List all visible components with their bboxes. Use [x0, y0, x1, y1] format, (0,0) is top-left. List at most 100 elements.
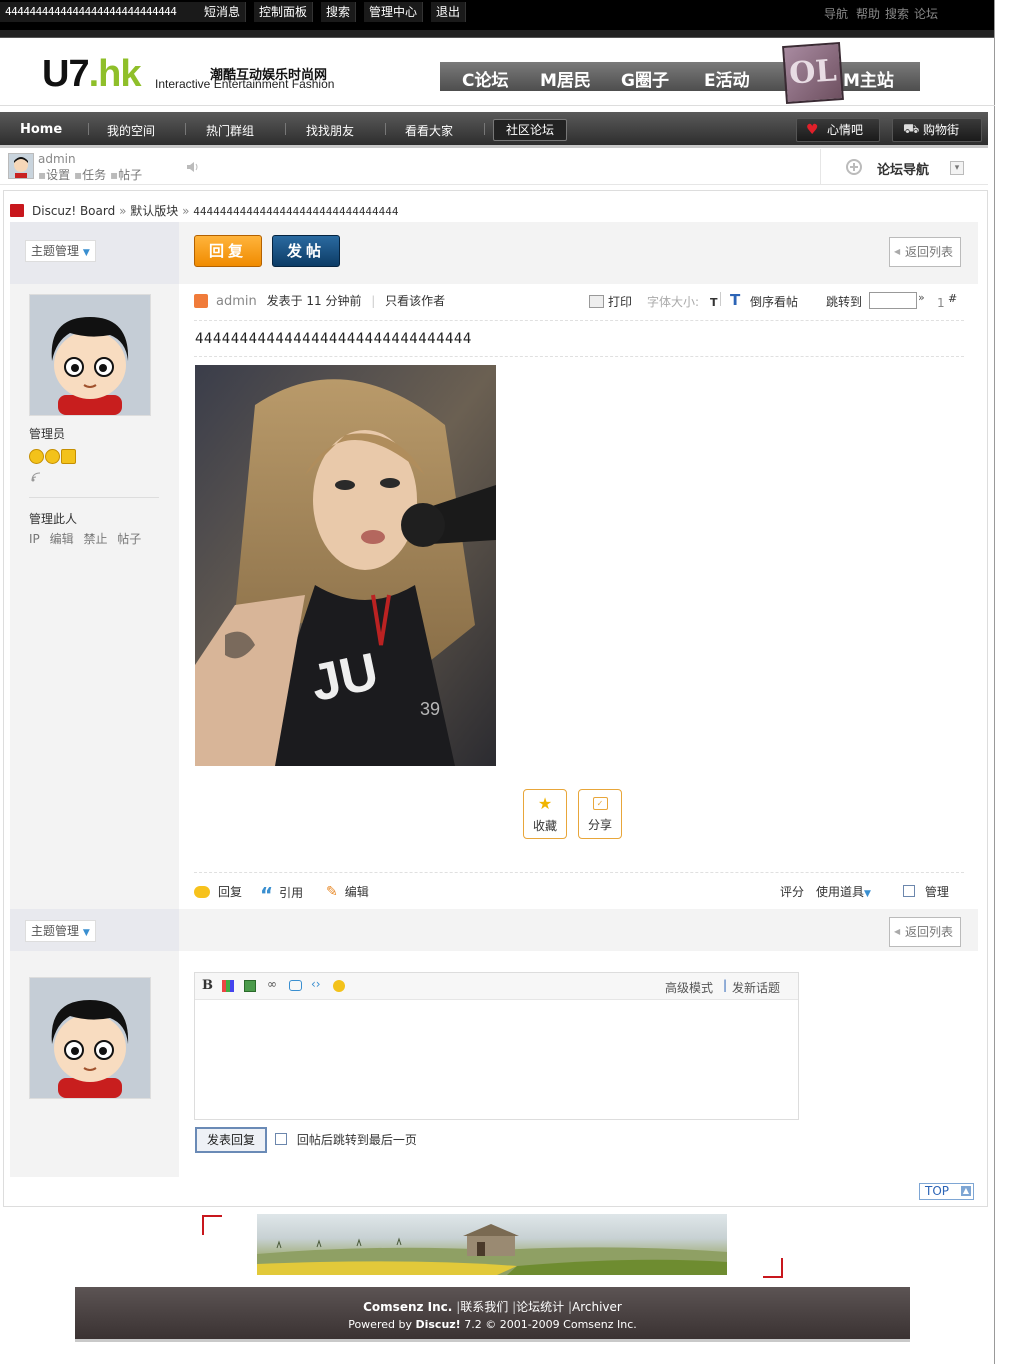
back-to-list-button-bottom[interactable]: ◀ 返回列表: [889, 917, 962, 947]
back-to-list-button[interactable]: ◀ 返回列表: [889, 237, 962, 267]
top-right-nav[interactable]: 导航: [824, 5, 848, 22]
logo-english-slogan: Interactive Entertainment Fashion: [155, 77, 335, 91]
bold-icon[interactable]: B: [202, 978, 213, 993]
post-edit-action[interactable]: ✎ 编辑: [326, 883, 369, 900]
main-nav-forum[interactable]: C论坛: [462, 66, 508, 91]
post-reply-label: 回复: [218, 885, 243, 899]
code-icon[interactable]: ‹›: [311, 977, 321, 991]
avatar-cartoon-icon: [30, 295, 150, 415]
star-icon: [61, 449, 76, 464]
site-logo[interactable]: U7.hk: [42, 53, 141, 96]
bullet: ▪: [109, 168, 119, 182]
print-button[interactable]: 打印: [589, 293, 632, 310]
reverse-order-link[interactable]: 倒序看帖: [750, 293, 798, 310]
toolbar-sep: |: [723, 978, 728, 992]
reply-textarea[interactable]: [195, 1000, 798, 1119]
menu-home[interactable]: Home: [20, 122, 62, 137]
main-nav-events[interactable]: E活动: [704, 66, 750, 91]
menu-community-forum[interactable]: 社区论坛: [493, 119, 567, 141]
thread-mgmt-dropdown[interactable]: 主题管理 ▼: [25, 240, 96, 262]
powered-by-text: Powered by: [348, 1318, 412, 1331]
reply-button[interactable]: 回复: [194, 235, 262, 267]
menu-see-everyone[interactable]: 看看大家: [405, 122, 453, 139]
jump-go-icon[interactable]: »: [918, 291, 925, 304]
footer-product[interactable]: Discuz!: [415, 1318, 460, 1331]
top-link-admin-center[interactable]: 管理中心: [364, 2, 424, 22]
quick-reply-editor: B ∞ ‹› 高级模式 | 发新话题: [194, 972, 799, 1120]
window-scrollbar[interactable]: [994, 0, 1011, 1364]
home-icon[interactable]: [10, 204, 24, 217]
post-author[interactable]: admin: [216, 294, 257, 309]
top-link-logout[interactable]: 退出: [431, 2, 467, 22]
font-size-label: 字体大小:: [647, 295, 700, 309]
manage-ban-link[interactable]: 禁止: [83, 532, 107, 546]
user-name[interactable]: admin: [38, 152, 76, 166]
rate-link[interactable]: 评分: [780, 883, 804, 900]
quote-bubble-icon[interactable]: [289, 980, 302, 991]
font-small-button[interactable]: T: [710, 296, 718, 309]
thread-mgmt-dropdown-bottom[interactable]: 主题管理 ▼: [25, 920, 96, 942]
footer-company[interactable]: Comsenz Inc.: [363, 1300, 452, 1314]
top-link-messages[interactable]: 短消息: [199, 2, 247, 22]
favorite-button[interactable]: ★ 收藏: [523, 789, 567, 839]
menu-bar: Home 我的空间 热门群组 找找朋友 看看大家 社区论坛 ♥ 心情吧 ⛟ 购物…: [0, 112, 988, 148]
ad-banner[interactable]: [257, 1214, 727, 1275]
post-reply-action[interactable]: 回复: [194, 883, 242, 900]
footer-archiver-link[interactable]: Archiver: [572, 1300, 622, 1314]
user-link-settings[interactable]: 设置: [46, 168, 70, 182]
footer-contact-link[interactable]: 联系我们: [460, 1300, 508, 1314]
user-avatar-small[interactable]: [8, 153, 34, 179]
top-username[interactable]: 4444444444444444444444444444: [0, 2, 200, 22]
image-icon[interactable]: [244, 980, 256, 992]
photo-watermark: 39: [420, 699, 440, 719]
font-big-button[interactable]: T: [730, 291, 740, 309]
manage-edit-link[interactable]: 编辑: [50, 532, 74, 546]
breadcrumb-board[interactable]: Discuz! Board: [32, 204, 115, 218]
top-right-search[interactable]: 搜索: [885, 5, 909, 22]
author-avatar[interactable]: [29, 294, 151, 416]
forum-nav-label[interactable]: 论坛导航: [877, 159, 929, 178]
new-post-button[interactable]: 发帖: [272, 235, 340, 267]
forum-nav-dropdown-icon[interactable]: ▾: [950, 161, 964, 175]
user-link-posts[interactable]: 帖子: [118, 168, 142, 182]
link-icon[interactable]: ∞: [267, 977, 277, 991]
color-icon[interactable]: [222, 980, 234, 992]
banner-landscape: [257, 1224, 727, 1275]
user-links: ▪设置 ▪任务 ▪帖子: [38, 166, 142, 183]
main-nav-home[interactable]: M主站: [843, 66, 894, 91]
post-quote-action[interactable]: “ 引用: [260, 883, 303, 907]
menu-hot-groups[interactable]: 热门群组: [206, 122, 254, 139]
user-icon: [194, 294, 208, 308]
back-to-top-button[interactable]: TOP ▲: [919, 1183, 974, 1200]
speaker-icon[interactable]: [186, 160, 202, 174]
menu-find-friends[interactable]: 找找朋友: [306, 122, 354, 139]
post-image[interactable]: JU 39: [195, 365, 496, 766]
mood-button[interactable]: ♥ 心情吧: [796, 118, 880, 142]
manage-checkbox[interactable]: [903, 885, 915, 897]
footer-stats-link[interactable]: 论坛统计: [516, 1300, 564, 1314]
main-nav-residents[interactable]: M居民: [540, 66, 591, 91]
jump-last-checkbox[interactable]: [275, 1133, 287, 1145]
new-topic-link[interactable]: 发新话题: [732, 979, 780, 996]
ol-cube-logo[interactable]: OL: [782, 42, 844, 104]
jump-floor-input[interactable]: [869, 292, 917, 309]
main-nav-circles[interactable]: G圈子: [621, 66, 669, 91]
manage-posts-link[interactable]: 帖子: [117, 532, 141, 546]
top-right-forum[interactable]: 论坛: [914, 5, 938, 22]
top-right-help[interactable]: 帮助: [856, 5, 880, 22]
top-link-search[interactable]: 搜索: [321, 2, 357, 22]
share-button[interactable]: ✓ 分享: [578, 789, 622, 839]
advanced-mode-link[interactable]: 高级模式: [665, 979, 713, 996]
top-link-control-panel[interactable]: 控制面板: [254, 2, 314, 22]
user-link-tasks[interactable]: 任务: [82, 168, 106, 182]
use-tools-dropdown[interactable]: 使用道具▼: [816, 883, 871, 900]
manage-ip-link[interactable]: IP: [29, 532, 40, 546]
only-author-link[interactable]: 只看该作者: [385, 294, 445, 308]
smiley-icon[interactable]: [333, 980, 345, 992]
menu-my-space[interactable]: 我的空间: [107, 122, 155, 139]
submit-reply-button[interactable]: 发表回复: [195, 1127, 267, 1153]
printer-icon: [589, 295, 604, 308]
breadcrumb-forum[interactable]: 默认版块: [130, 204, 178, 218]
shopping-button[interactable]: ⛟ 购物街: [892, 118, 982, 142]
heart-icon: ♥: [806, 122, 819, 138]
